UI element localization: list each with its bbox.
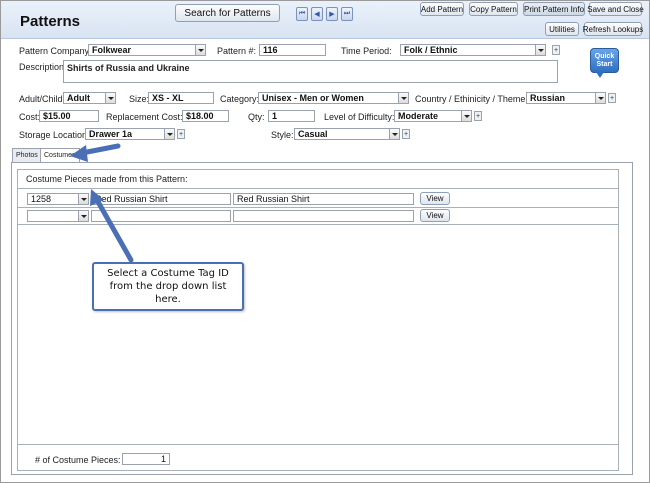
chevron-down-icon[interactable] — [398, 93, 408, 103]
chevron-down-icon[interactable] — [389, 129, 399, 139]
chevron-down-icon[interactable] — [164, 129, 174, 139]
costume-pieces-heading: Costume Pieces made from this Pattern: — [26, 174, 188, 184]
chevron-down-icon[interactable] — [105, 93, 115, 103]
costume-description-field-new[interactable] — [233, 210, 414, 222]
save-and-close-button[interactable]: Save and Close — [587, 2, 644, 16]
time-period-label: Time Period: — [341, 46, 392, 56]
view-costume-button[interactable]: View — [420, 192, 450, 205]
cost-label: Cost: — [19, 112, 41, 122]
adult-child-select[interactable]: Adult — [63, 92, 116, 104]
previous-record-icon[interactable]: ◀ — [311, 7, 323, 21]
qty-field[interactable]: 1 — [268, 110, 315, 122]
description-label: Description: — [19, 62, 67, 72]
style-label: Style: — [271, 130, 294, 140]
add-storage-button[interactable]: + — [177, 129, 185, 139]
add-difficulty-button[interactable]: + — [474, 111, 482, 121]
costume-name-field-new[interactable] — [91, 210, 231, 222]
row-divider — [18, 224, 618, 225]
print-pattern-info-button[interactable]: Print Pattern Info — [523, 2, 585, 16]
replacement-cost-label: Replacement Cost: — [106, 112, 183, 122]
adult-child-label: Adult/Child — [19, 94, 63, 104]
costume-name-field[interactable]: Red Russian Shirt — [91, 193, 231, 205]
page-title: Patterns — [20, 13, 81, 30]
quick-start-button[interactable]: Quick Start — [590, 48, 619, 78]
country-theme-label: Country / Ethinicity / Theme: — [415, 94, 528, 104]
description-field[interactable]: Shirts of Russia and Ukraine — [63, 60, 558, 83]
country-theme-select[interactable]: Russian — [526, 92, 606, 104]
add-pattern-button[interactable]: Add Pattern — [420, 2, 464, 16]
chevron-down-icon[interactable] — [195, 45, 205, 55]
storage-location-select[interactable]: Drawer 1a — [85, 128, 175, 140]
time-period-select[interactable]: Folk / Ethnic — [400, 44, 546, 56]
chevron-down-icon[interactable] — [78, 194, 88, 204]
style-select[interactable]: Casual — [294, 128, 400, 140]
tab-costumes[interactable]: Costumes — [40, 148, 80, 163]
chevron-down-icon[interactable] — [595, 93, 605, 103]
size-field[interactable]: XS - XL — [148, 92, 214, 104]
row-divider — [18, 207, 618, 208]
instruction-callout: Select a Costume Tag ID from the drop do… — [92, 262, 244, 311]
copy-pattern-button[interactable]: Copy Pattern — [469, 2, 518, 16]
view-costume-button-new[interactable]: View — [420, 209, 450, 222]
pattern-number-field[interactable]: 116 — [259, 44, 326, 56]
costume-count-field: 1 — [122, 453, 170, 465]
qty-label: Qty: — [248, 112, 265, 122]
chevron-down-icon[interactable] — [461, 111, 471, 121]
last-record-icon[interactable]: ⏭ — [341, 7, 353, 21]
pattern-company-select[interactable]: Folkwear — [88, 44, 206, 56]
costume-tag-id-select-new[interactable] — [27, 210, 89, 222]
tab-photos[interactable]: Photos — [12, 148, 42, 162]
next-record-icon[interactable]: ▶ — [326, 7, 338, 21]
costume-count-label: # of Costume Pieces: — [35, 455, 121, 465]
add-country-button[interactable]: + — [608, 93, 616, 103]
costume-pieces-subform: Costume Pieces made from this Pattern: 1… — [17, 169, 619, 471]
size-label: Size: — [129, 94, 150, 104]
refresh-lookups-button[interactable]: Refresh Lookups — [583, 22, 643, 36]
first-record-icon[interactable]: ⏮ — [296, 7, 308, 21]
difficulty-label: Level of Difficulty: — [324, 112, 395, 122]
footer-divider — [18, 444, 618, 445]
cost-field[interactable]: $15.00 — [39, 110, 99, 122]
category-label: Category: — [220, 94, 260, 104]
utilities-button[interactable]: Utilities — [545, 22, 579, 36]
pattern-number-label: Pattern #: — [217, 46, 257, 56]
add-style-button[interactable]: + — [402, 129, 410, 139]
add-time-period-button[interactable]: + — [552, 45, 560, 55]
category-select[interactable]: Unisex - Men or Women — [258, 92, 409, 104]
costume-description-field[interactable]: Red Russian Shirt — [233, 193, 414, 205]
chevron-down-icon[interactable] — [535, 45, 545, 55]
difficulty-select[interactable]: Moderate — [394, 110, 472, 122]
subform-header: Costume Pieces made from this Pattern: — [18, 170, 618, 189]
storage-location-label: Storage Location: — [19, 130, 90, 140]
chevron-down-icon[interactable] — [78, 211, 88, 221]
costume-tag-id-select[interactable]: 1258 — [27, 193, 89, 205]
search-patterns-button[interactable]: Search for Patterns — [175, 4, 280, 22]
replacement-cost-field[interactable]: $18.00 — [182, 110, 229, 122]
pattern-company-label: Pattern Company: — [19, 46, 92, 56]
